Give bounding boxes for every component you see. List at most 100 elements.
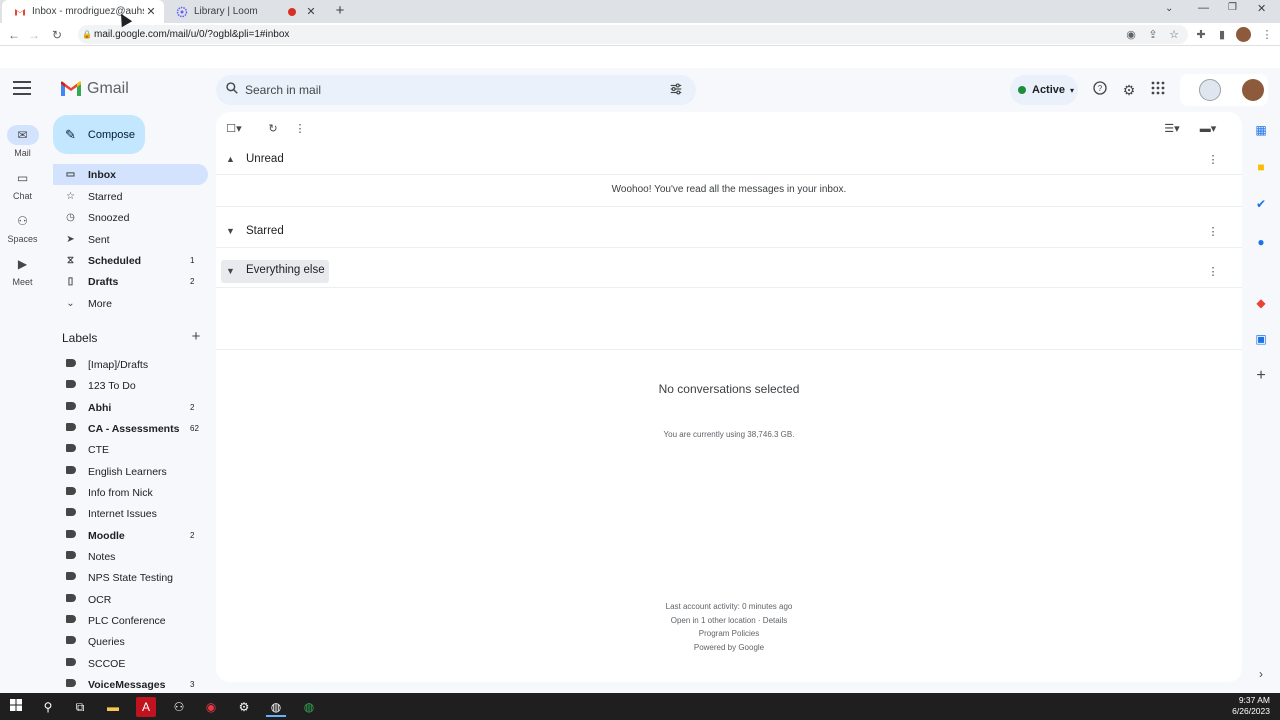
section-title[interactable]: Everything else [246, 264, 325, 276]
chrome-profile-icon[interactable]: ◍ [266, 697, 286, 717]
sidebar-item-starred[interactable]: ☆ Starred [53, 186, 208, 207]
label-item[interactable]: VoiceMessages 3 [53, 674, 208, 695]
label-item[interactable]: NPS State Testing [53, 567, 208, 588]
rail-meet[interactable]: ▶ Meet [0, 254, 45, 287]
section-menu-icon[interactable]: ⋮ [1206, 225, 1220, 238]
search-icon[interactable] [225, 81, 239, 98]
show-side-panel-icon[interactable]: › [1252, 665, 1270, 683]
address-bar[interactable]: 🔒 mail.google.com/mail/u/0/?ogbl&pli=1#i… [78, 25, 1188, 44]
chevron-up-icon[interactable]: ▲ [226, 154, 235, 164]
browser-menu-icon[interactable]: ⋮ [1258, 26, 1276, 44]
addon-icon[interactable]: ◆ [1252, 294, 1270, 312]
search-input[interactable]: Search in mail [245, 83, 321, 97]
label-item[interactable]: PLC Conference [53, 610, 208, 631]
sidebar-item-scheduled[interactable]: ⧖ Scheduled 1 [53, 250, 208, 271]
minimize-window-icon[interactable]: — [1198, 2, 1209, 14]
label-item[interactable]: Info from Nick [53, 482, 208, 503]
rail-spaces[interactable]: ⚇ Spaces [0, 211, 45, 244]
label-item[interactable]: OCR [53, 589, 208, 610]
chevron-down-icon[interactable]: ▼ [226, 266, 235, 276]
help-icon[interactable]: ? [1090, 80, 1110, 100]
acrobat-icon[interactable]: A [136, 697, 156, 717]
refresh-icon[interactable]: ↻ [263, 121, 283, 137]
tasks-icon[interactable]: ✔ [1252, 195, 1270, 213]
task-view-icon[interactable]: ⧉ [70, 697, 90, 717]
rail-chat[interactable]: ▭ Chat [0, 168, 45, 201]
split-pane-icon[interactable]: ☰▾ [1159, 121, 1185, 137]
section-title[interactable]: Starred [246, 225, 284, 237]
label-tag-icon [53, 508, 88, 519]
tab-loom-library[interactable]: Library | Loom ✕ [164, 0, 324, 23]
rail-mail[interactable]: ✉ Mail [0, 125, 45, 158]
extensions-icon[interactable]: ✚ [1192, 26, 1210, 44]
keep-icon[interactable]: ■ [1252, 158, 1270, 176]
calendar-icon[interactable]: ▦ [1252, 121, 1270, 139]
label-item[interactable]: SCCOE [53, 653, 208, 674]
section-menu-icon[interactable]: ⋮ [1206, 153, 1220, 166]
close-tab-icon[interactable]: ✕ [304, 5, 318, 18]
close-tab-icon[interactable]: ✕ [144, 5, 158, 18]
file-explorer-icon[interactable]: ▬ [103, 697, 123, 717]
label-item[interactable]: CTE [53, 439, 208, 460]
sidebar-item-sent[interactable]: ➤ Sent [53, 229, 208, 250]
sidebar-item-more[interactable]: ⌄ More [53, 293, 208, 314]
add-label-button[interactable]: + [188, 329, 204, 345]
tab-search-icon[interactable]: ⌄ [1165, 3, 1173, 14]
status-selector[interactable]: Active ▾ [1010, 75, 1078, 105]
program-policies-link[interactable]: Program Policies [216, 629, 1242, 638]
lock-icon[interactable]: 🔒 [82, 25, 92, 44]
search-bar[interactable]: Search in mail [216, 75, 696, 105]
profile-avatar[interactable] [1236, 27, 1251, 42]
sidebar-item-snoozed[interactable]: ◷ Snoozed [53, 207, 208, 228]
bookmark-star-icon[interactable]: ☆ [1165, 26, 1183, 44]
label-item[interactable]: Notes [53, 546, 208, 567]
label-item[interactable]: English Learners [53, 461, 208, 482]
teams-icon[interactable]: ⚇ [169, 697, 189, 717]
sidebar-item-drafts[interactable]: ▯ Drafts 2 [53, 271, 208, 292]
label-item[interactable]: Moodle 2 [53, 525, 208, 546]
compose-button[interactable]: ✎ Compose [53, 115, 145, 154]
taskbar-search-icon[interactable]: ⚲ [38, 697, 58, 717]
close-window-icon[interactable]: ✕ [1257, 2, 1266, 15]
system-clock[interactable]: 9:37 AM 6/26/2023 [1232, 695, 1270, 717]
other-locations-link[interactable]: Open in 1 other location · Details [216, 616, 1242, 625]
label-item[interactable]: Internet Issues [53, 503, 208, 524]
section-title[interactable]: Unread [246, 153, 284, 165]
chrome-icon[interactable]: ◍ [299, 697, 319, 717]
input-tools-icon[interactable]: ▬▾ [1195, 121, 1221, 137]
more-options-icon[interactable]: ⋮ [290, 121, 310, 137]
label-name: [Imap]/Drafts [88, 358, 149, 371]
share-icon[interactable]: ⇪ [1144, 26, 1162, 44]
main-menu-icon[interactable] [13, 81, 31, 97]
back-icon[interactable]: ← [5, 26, 23, 44]
account-avatar[interactable] [1242, 79, 1264, 101]
select-checkbox-icon[interactable]: ☐▾ [224, 121, 244, 137]
get-addons-icon[interactable]: + [1252, 367, 1270, 385]
chevron-down-icon[interactable]: ▼ [226, 226, 235, 236]
search-options-icon[interactable] [669, 82, 683, 101]
label-item[interactable]: CA - Assessments 62 [53, 418, 208, 439]
gmail-logo[interactable]: Gmail [60, 80, 129, 98]
label-item[interactable]: [Imap]/Drafts [53, 354, 208, 375]
eye-icon[interactable]: ◉ [1122, 26, 1140, 44]
contacts-icon[interactable]: ● [1252, 233, 1270, 251]
apps-grid-icon[interactable] [1148, 80, 1168, 100]
label-item[interactable]: Queries [53, 631, 208, 652]
tab-gmail-inbox[interactable]: Inbox - mrodriguez@auhsdschools.org ✕ [2, 0, 164, 23]
settings-gear-icon[interactable]: ⚙ [1119, 80, 1139, 100]
settings-app-icon[interactable]: ⚙ [234, 697, 254, 717]
label-item[interactable]: Abhi 2 [53, 397, 208, 418]
forward-icon[interactable]: → [25, 26, 43, 44]
new-tab-button[interactable]: + [331, 2, 349, 20]
organization-logo[interactable] [1199, 79, 1221, 101]
side-panel-icon[interactable]: ▮ [1213, 26, 1231, 44]
restore-window-icon[interactable]: ❐ [1228, 2, 1237, 13]
zoom-addon-icon[interactable]: ▣ [1252, 330, 1270, 348]
screen-recorder-icon[interactable]: ◉ [201, 697, 221, 717]
section-menu-icon[interactable]: ⋮ [1206, 265, 1220, 278]
reload-icon[interactable]: ↻ [48, 26, 66, 44]
label-tag-icon [53, 466, 88, 477]
windows-start-icon[interactable] [6, 697, 26, 717]
label-item[interactable]: 123 To Do [53, 375, 208, 396]
sidebar-item-inbox[interactable]: ▭ Inbox [53, 164, 208, 185]
